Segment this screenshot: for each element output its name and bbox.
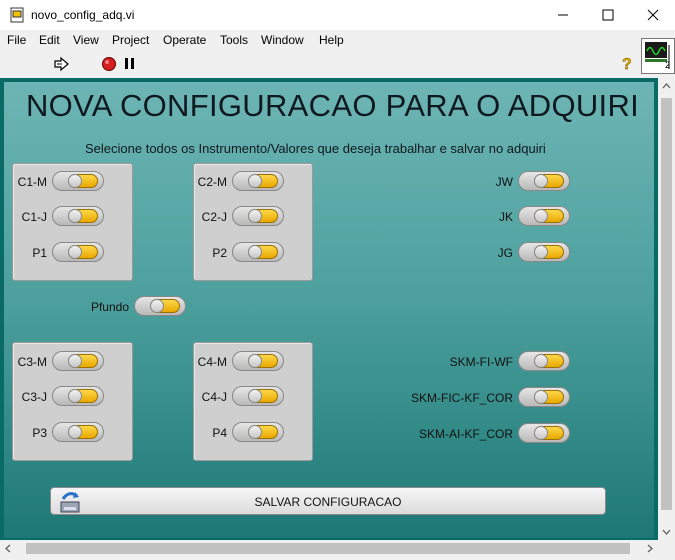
toggle-c3-j[interactable] [52, 386, 104, 406]
help-question-icon: ? [622, 56, 632, 74]
vi-file-icon [9, 7, 25, 23]
menu-file[interactable]: File [7, 33, 26, 47]
label-skm-ai-kf-cor: SKM-AI-KF_COR [418, 427, 513, 441]
menu-edit[interactable]: Edit [39, 33, 60, 47]
toggle-c3-m[interactable] [52, 351, 104, 371]
toggle-c1-m[interactable] [52, 171, 104, 191]
minimize-icon [557, 14, 568, 16]
run-continuously-button[interactable] [53, 56, 71, 75]
title-bar: novo_config_adq.vi [0, 0, 675, 30]
toggle-p4[interactable] [232, 422, 284, 442]
label-p3: P3 [32, 426, 47, 440]
label-p4: P4 [212, 426, 227, 440]
label-skm-fi-wf: SKM-FI-WF [449, 355, 513, 369]
label-c1-m: C1-M [17, 175, 47, 189]
toggle-jk[interactable] [518, 206, 570, 226]
toggle-skm-fic-kf-cor[interactable] [518, 387, 570, 407]
toggle-c2-j[interactable] [232, 206, 284, 226]
abort-button[interactable] [101, 56, 117, 75]
toggle-p1[interactable] [52, 242, 104, 262]
menu-view[interactable]: View [73, 33, 99, 47]
horizontal-scrollbar[interactable] [0, 540, 675, 557]
page-subtitle: Selecione todos os Instrumento/Valores q… [85, 141, 546, 156]
toggle-p3[interactable] [52, 422, 104, 442]
label-jw: JW [495, 175, 513, 189]
label-c2-j: C2-J [201, 210, 227, 224]
pause-icon [125, 58, 134, 69]
svg-text:?: ? [622, 56, 632, 73]
toggle-jg[interactable] [518, 242, 570, 262]
maximize-button[interactable] [585, 0, 630, 30]
toggle-c4-j[interactable] [232, 386, 284, 406]
toggle-c2-m[interactable] [232, 171, 284, 191]
toggle-c1-j[interactable] [52, 206, 104, 226]
toggle-c4-m[interactable] [232, 351, 284, 371]
vertical-scrollbar[interactable] [658, 78, 675, 540]
label-c4-j: C4-J [201, 390, 227, 404]
label-p1: P1 [32, 246, 47, 260]
label-c1-j: C1-J [21, 210, 47, 224]
label-jg: JG [497, 246, 513, 260]
toggle-skm-fi-wf[interactable] [518, 351, 570, 371]
maximize-icon [602, 9, 613, 21]
toggle-pfundo[interactable] [134, 296, 186, 316]
run-continuously-icon [54, 56, 69, 72]
label-c3-j: C3-J [21, 390, 47, 404]
minimize-button[interactable] [540, 0, 585, 30]
stop-icon [102, 57, 116, 71]
label-skm-fic-kf-cor: SKM-FIC-KF_COR [411, 391, 513, 405]
label-pfundo: Pfundo [90, 300, 129, 314]
page-title: NOVA CONFIGURACAO PARA O ADQUIRI [26, 88, 640, 123]
window-title: novo_config_adq.vi [31, 8, 135, 22]
pause-button[interactable] [124, 57, 136, 74]
menu-operate[interactable]: Operate [163, 33, 206, 47]
menu-bar: File Edit View Project Operate Tools Win… [0, 30, 675, 50]
close-button[interactable] [630, 0, 675, 30]
label-jk: JK [498, 210, 513, 224]
menu-help[interactable]: Help [319, 33, 344, 47]
label-c4-m: C4-M [197, 355, 227, 369]
label-c2-m: C2-M [197, 175, 227, 189]
save-configuration-label: SALVAR CONFIGURACAO [254, 495, 402, 509]
close-icon [647, 9, 658, 21]
menu-project[interactable]: Project [112, 33, 149, 47]
toggle-jw[interactable] [518, 171, 570, 191]
toggle-p2[interactable] [232, 242, 284, 262]
toggle-skm-ai-kf-cor[interactable] [518, 423, 570, 443]
menu-tools[interactable]: Tools [220, 33, 248, 47]
toolbar: ? 2 [0, 38, 675, 79]
menu-window[interactable]: Window [261, 33, 304, 47]
connector-pane-number: 2 [665, 60, 671, 70]
vi-icon-pane[interactable]: 2 [641, 38, 675, 74]
label-p2: P2 [212, 246, 227, 260]
context-help-button[interactable]: ? [620, 54, 634, 77]
save-configuration-button[interactable]: SALVAR CONFIGURACAO [50, 487, 606, 515]
label-c3-m: C3-M [17, 355, 47, 369]
